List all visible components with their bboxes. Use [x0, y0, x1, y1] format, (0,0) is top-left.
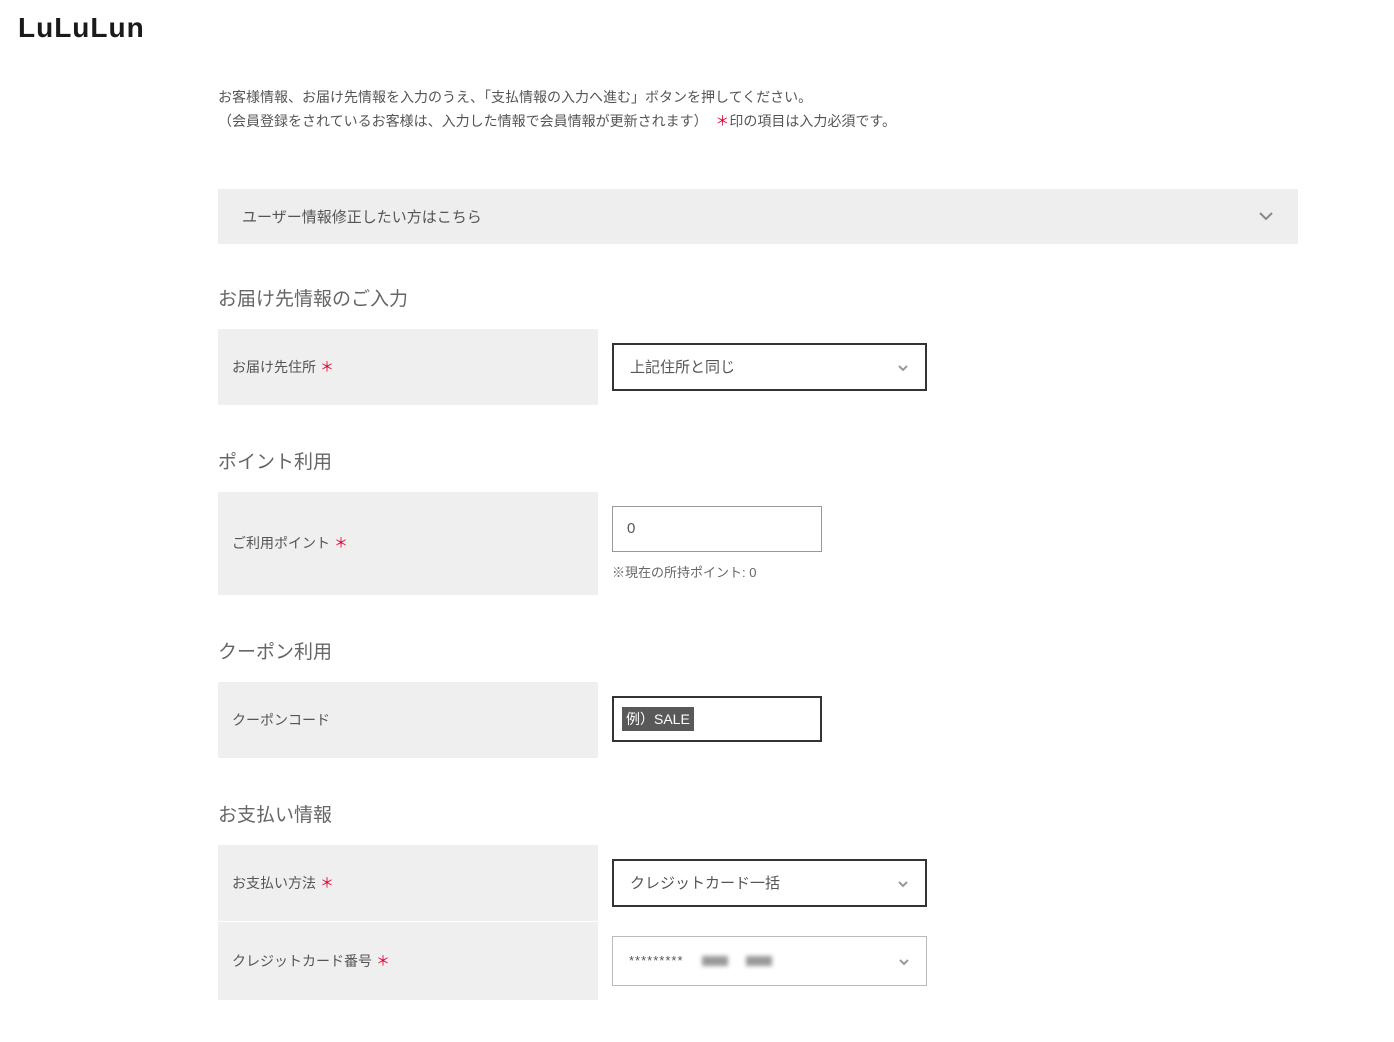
- chevron-down-icon: [897, 361, 909, 373]
- intro-line1: お客様情報、お届け先情報を入力のうえ、「支払情報の入力へ進む」ボタンを押してくだ…: [218, 89, 812, 105]
- intro-line2a: （会員登録をされているお客様は、入力した情報で会員情報が更新されます）: [218, 113, 708, 129]
- delivery-address-row: お届け先住所 ＊ 上記住所と同じ: [218, 329, 1298, 405]
- delivery-section: お届け先情報のご入力 お届け先住所 ＊ 上記住所と同じ: [218, 284, 1298, 405]
- payment-method-label: お支払い方法 ＊: [218, 845, 598, 921]
- delivery-address-select[interactable]: 上記住所と同じ: [612, 343, 927, 391]
- points-section: ポイント利用 ご利用ポイント ＊ ※現在の所持ポイント: 0: [218, 447, 1298, 595]
- chevron-down-icon: [898, 955, 910, 967]
- coupon-heading: クーポン利用: [218, 637, 1298, 664]
- card-number-select[interactable]: *********: [612, 936, 927, 986]
- payment-method-value: クレジットカード一括: [630, 872, 897, 893]
- coupon-section: クーポン利用 クーポンコード 例）SALE: [218, 637, 1298, 758]
- payment-method-row: お支払い方法 ＊ クレジットカード一括: [218, 845, 1298, 922]
- points-label: ご利用ポイント ＊: [218, 492, 598, 595]
- card-number-label: クレジットカード番号 ＊: [218, 922, 598, 1000]
- blur-box-icon: [746, 956, 772, 966]
- required-mark-icon: ＊: [376, 951, 390, 971]
- accordion-title: ユーザー情報修正したい方はこちら: [242, 206, 482, 227]
- points-row: ご利用ポイント ＊ ※現在の所持ポイント: 0: [218, 492, 1298, 595]
- payment-heading: お支払い情報: [218, 800, 1298, 827]
- card-masked: *********: [629, 953, 684, 968]
- required-mark-icon: ＊: [320, 357, 334, 377]
- required-mark-icon: ＊: [320, 873, 334, 893]
- card-number-row: クレジットカード番号 ＊ *********: [218, 922, 1298, 1000]
- chevron-down-icon: [1258, 208, 1274, 224]
- logo: LuLuLun: [0, 0, 1394, 56]
- coupon-placeholder: 例）SALE: [622, 707, 694, 731]
- required-mark-icon: ＊: [715, 113, 729, 129]
- chevron-down-icon: [897, 877, 909, 889]
- points-heading: ポイント利用: [218, 447, 1298, 474]
- points-helper: ※現在の所持ポイント: 0: [612, 562, 1284, 581]
- required-mark-icon: ＊: [334, 533, 348, 553]
- intro-line2b: 印の項目は入力必須です。: [729, 113, 896, 129]
- coupon-label: クーポンコード: [218, 682, 598, 758]
- delivery-address-label: お届け先住所 ＊: [218, 329, 598, 405]
- coupon-input[interactable]: 例）SALE: [612, 696, 822, 742]
- blur-box-icon: [702, 956, 728, 966]
- points-input[interactable]: [612, 506, 822, 552]
- coupon-row: クーポンコード 例）SALE: [218, 682, 1298, 758]
- delivery-heading: お届け先情報のご入力: [218, 284, 1298, 311]
- payment-method-select[interactable]: クレジットカード一括: [612, 859, 927, 907]
- payment-section: お支払い情報 お支払い方法 ＊ クレジットカード一括: [218, 800, 1298, 1000]
- user-info-accordion[interactable]: ユーザー情報修正したい方はこちら: [218, 189, 1298, 244]
- intro-text: お客様情報、お届け先情報を入力のうえ、「支払情報の入力へ進む」ボタンを押してくだ…: [218, 86, 1298, 134]
- delivery-address-value: 上記住所と同じ: [630, 356, 897, 377]
